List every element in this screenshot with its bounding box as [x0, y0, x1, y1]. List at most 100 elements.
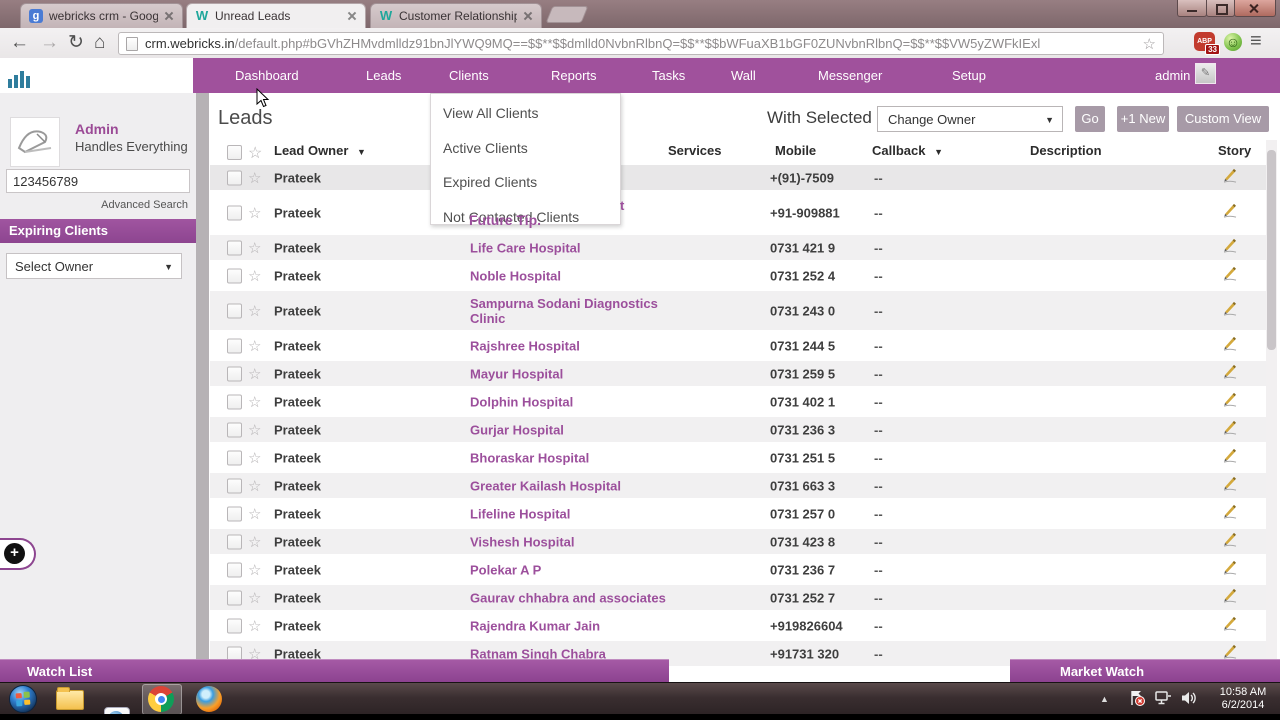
- lead-name-link[interactable]: Bhoraskar Hospital: [470, 450, 685, 465]
- browser-menu-icon[interactable]: ≡: [1250, 30, 1262, 53]
- star-icon[interactable]: ☆: [248, 365, 261, 383]
- story-icon[interactable]: [1222, 447, 1238, 468]
- column-services[interactable]: Services: [668, 143, 722, 158]
- window-close-button[interactable]: [1234, 0, 1276, 17]
- story-icon[interactable]: [1222, 391, 1238, 412]
- extension-smiley-icon[interactable]: ☺: [1224, 33, 1242, 51]
- story-icon[interactable]: [1222, 559, 1238, 580]
- row-checkbox[interactable]: [227, 506, 242, 521]
- bookmark-star-icon[interactable]: ☆: [1143, 35, 1156, 53]
- star-icon[interactable]: ☆: [248, 477, 261, 495]
- home-icon[interactable]: ⌂: [94, 31, 105, 55]
- lead-name-link[interactable]: Rajendra Kumar Jain: [470, 618, 685, 633]
- column-callback[interactable]: Callback ▼: [872, 143, 943, 158]
- action-center-flag-icon[interactable]: [1128, 689, 1146, 707]
- address-bar[interactable]: crm.webricks.in /default.php#bGVhZHMvdml…: [118, 32, 1164, 55]
- star-header-icon[interactable]: ☆: [248, 143, 262, 163]
- lead-name-link[interactable]: Noble Hospital: [470, 268, 685, 283]
- chrome-taskbar-button[interactable]: [142, 684, 182, 715]
- nav-leads[interactable]: Leads: [366, 68, 401, 83]
- star-icon[interactable]: ☆: [248, 505, 261, 523]
- story-icon[interactable]: [1222, 300, 1238, 321]
- user-avatar[interactable]: ✎: [1195, 63, 1216, 84]
- lead-name-link[interactable]: Dolphin Hospital: [470, 394, 685, 409]
- row-checkbox[interactable]: [227, 590, 242, 605]
- nav-setup[interactable]: Setup: [952, 68, 986, 83]
- reload-icon[interactable]: ↻: [68, 31, 84, 55]
- adblock-icon[interactable]: ABP 33: [1194, 32, 1220, 55]
- star-icon[interactable]: ☆: [248, 239, 261, 257]
- story-icon[interactable]: [1222, 237, 1238, 258]
- network-tray-icon[interactable]: [1154, 690, 1172, 706]
- row-checkbox[interactable]: [227, 338, 242, 353]
- story-icon[interactable]: [1222, 475, 1238, 496]
- tab-close-icon[interactable]: [347, 11, 357, 21]
- lead-name-link[interactable]: Mayur Hospital: [470, 366, 685, 381]
- volume-tray-icon[interactable]: [1180, 690, 1198, 706]
- nav-tasks[interactable]: Tasks: [652, 68, 685, 83]
- column-lead-owner[interactable]: Lead Owner ▼: [274, 143, 366, 158]
- taskbar-clock[interactable]: 10:58 AM 6/2/2014: [1212, 686, 1274, 712]
- window-minimize-button[interactable]: [1177, 0, 1207, 17]
- star-icon[interactable]: ☆: [248, 589, 261, 607]
- lead-name-link[interactable]: Sampurna Sodani Diagnostics Clinic: [470, 296, 685, 326]
- browser-tab-unread-leads[interactable]: W Unread Leads: [186, 3, 366, 28]
- story-icon[interactable]: [1222, 615, 1238, 636]
- story-icon[interactable]: [1222, 265, 1238, 286]
- nav-reports[interactable]: Reports: [551, 68, 597, 83]
- row-checkbox[interactable]: [227, 478, 242, 493]
- star-icon[interactable]: ☆: [248, 204, 261, 222]
- start-orb-icon[interactable]: [8, 684, 38, 714]
- lead-name-link[interactable]: Gurjar Hospital: [470, 422, 685, 437]
- search-input[interactable]: [6, 169, 190, 193]
- forward-icon[interactable]: →: [40, 31, 59, 55]
- window-restore-button[interactable]: [1206, 0, 1235, 17]
- star-icon[interactable]: ☆: [248, 393, 261, 411]
- story-icon[interactable]: [1222, 587, 1238, 608]
- nav-admin[interactable]: admin: [1155, 68, 1190, 83]
- tab-close-icon[interactable]: [164, 11, 174, 21]
- row-checkbox[interactable]: [227, 394, 242, 409]
- star-icon[interactable]: ☆: [248, 337, 261, 355]
- lead-name-link[interactable]: Life Care Hospital: [470, 240, 685, 255]
- row-checkbox[interactable]: [227, 534, 242, 549]
- lead-name-link[interactable]: Polekar A P: [470, 562, 685, 577]
- row-checkbox[interactable]: [227, 366, 242, 381]
- lead-name-link[interactable]: Gaurav chhabra and associates: [470, 590, 685, 605]
- story-icon[interactable]: [1222, 531, 1238, 552]
- custom-view-button[interactable]: Custom View ▼: [1177, 106, 1269, 151]
- row-checkbox[interactable]: [227, 618, 242, 633]
- story-icon[interactable]: [1222, 335, 1238, 356]
- star-icon[interactable]: ☆: [248, 449, 261, 467]
- clients-menu-item[interactable]: Active Clients: [443, 140, 528, 156]
- star-icon[interactable]: ☆: [248, 421, 261, 439]
- nav-dashboard[interactable]: Dashboard: [235, 68, 299, 83]
- nav-clients[interactable]: Clients: [449, 68, 489, 83]
- star-icon[interactable]: ☆: [248, 267, 261, 285]
- advanced-search-link[interactable]: Advanced Search: [6, 199, 188, 211]
- story-icon[interactable]: [1222, 363, 1238, 384]
- star-icon[interactable]: ☆: [248, 169, 261, 187]
- story-icon[interactable]: [1222, 419, 1238, 440]
- lead-name-link[interactable]: Greater Kailash Hospital: [470, 478, 685, 493]
- nav-wall[interactable]: Wall: [731, 68, 756, 83]
- row-checkbox[interactable]: [227, 205, 242, 220]
- go-button[interactable]: Go: [1075, 106, 1105, 132]
- scrollbar-thumb[interactable]: [1267, 150, 1276, 350]
- watch-list-bar[interactable]: Watch List: [0, 659, 669, 682]
- story-icon[interactable]: [1222, 503, 1238, 524]
- row-checkbox[interactable]: [227, 268, 242, 283]
- row-checkbox[interactable]: [227, 422, 242, 437]
- new-tab-button[interactable]: [545, 6, 589, 23]
- story-icon[interactable]: [1222, 202, 1238, 223]
- star-icon[interactable]: ☆: [248, 302, 261, 320]
- star-icon[interactable]: ☆: [248, 533, 261, 551]
- row-checkbox[interactable]: [227, 562, 242, 577]
- explorer-taskbar-icon[interactable]: [56, 687, 84, 710]
- bulk-action-select[interactable]: Change Owner ▼: [877, 106, 1063, 132]
- nav-messenger[interactable]: Messenger: [818, 68, 882, 83]
- market-watch-bar[interactable]: Market Watch: [1010, 659, 1280, 682]
- column-description[interactable]: Description: [1030, 143, 1102, 158]
- star-icon[interactable]: ☆: [248, 561, 261, 579]
- browser-tab-google-search[interactable]: g webricks crm - Google Se: [20, 3, 183, 28]
